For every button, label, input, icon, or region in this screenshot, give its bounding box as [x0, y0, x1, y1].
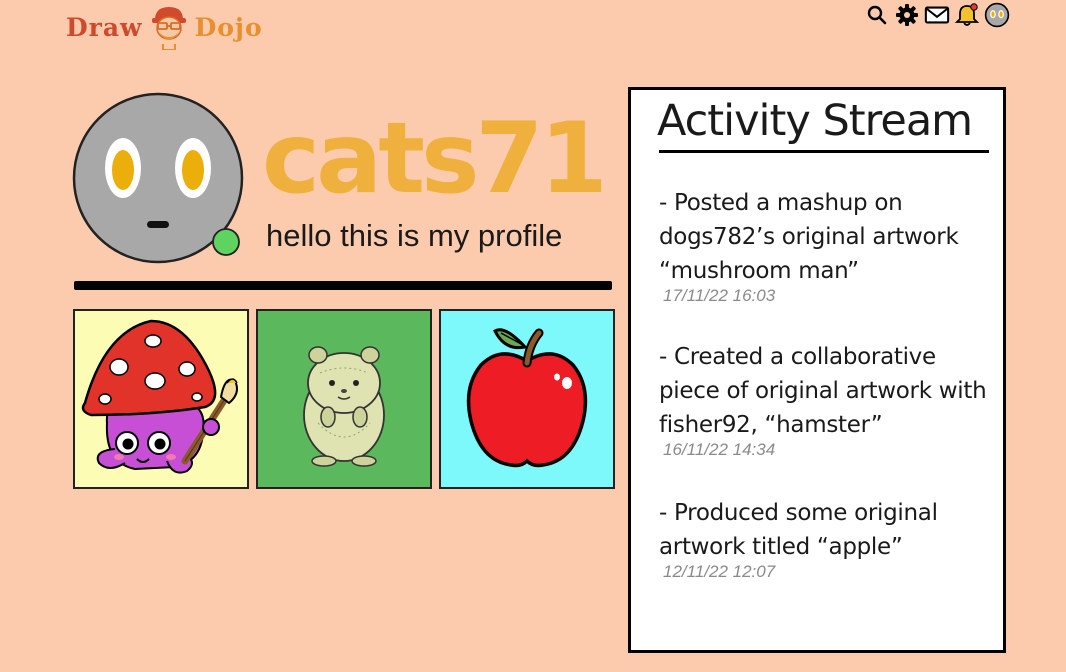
profile-divider: [74, 281, 612, 290]
activity-entry[interactable]: - Created a collaborative piece of origi…: [659, 340, 989, 460]
bearded-face-icon: [151, 7, 186, 50]
search-icon[interactable]: [864, 2, 890, 28]
artwork-gallery: [73, 309, 615, 489]
activity-title-underline: [659, 150, 989, 153]
activity-entry[interactable]: - Produced some original artwork titled …: [659, 496, 989, 582]
activity-stream-title: Activity Stream: [657, 96, 973, 146]
mushroom-man-image: [81, 319, 238, 474]
hamster-image: [303, 346, 385, 467]
profile-bio: hello this is my profile: [266, 218, 563, 253]
profile-avatar[interactable]: [72, 86, 244, 270]
logo-word-draw: Draw: [66, 12, 143, 42]
notification-bell-icon[interactable]: [954, 2, 980, 28]
activity-stream-panel: Activity Stream - Posted a mashup on dog…: [628, 87, 1006, 653]
activity-entry-timestamp: 17/11/22 16:03: [663, 286, 776, 305]
activity-entry-text: - Posted a mashup on dogs782’s original …: [659, 190, 959, 284]
drawdojo-logo[interactable]: Draw Dojo: [66, 4, 263, 50]
artwork-apple[interactable]: [439, 309, 615, 489]
activity-entry-text: - Produced some original artwork titled …: [659, 500, 938, 560]
activity-entry-text: - Created a collaborative piece of origi…: [659, 344, 987, 438]
mail-icon[interactable]: [924, 2, 950, 28]
artwork-mushroom-man[interactable]: [73, 309, 249, 489]
user-avatar-icon[interactable]: [984, 2, 1010, 28]
logo-word-dojo: Dojo: [194, 12, 263, 42]
apple-image: [466, 328, 588, 468]
artwork-hamster[interactable]: [256, 309, 432, 489]
activity-entry-timestamp: 16/11/22 14:34: [663, 440, 776, 459]
top-toolbar: [864, 2, 1010, 28]
settings-gear-icon[interactable]: [894, 2, 920, 28]
activity-entry[interactable]: - Posted a mashup on dogs782’s original …: [659, 186, 989, 306]
profile-username: cats71: [262, 102, 608, 216]
activity-entry-timestamp: 12/11/22 12:07: [663, 562, 776, 581]
online-status-indicator: [212, 228, 240, 256]
